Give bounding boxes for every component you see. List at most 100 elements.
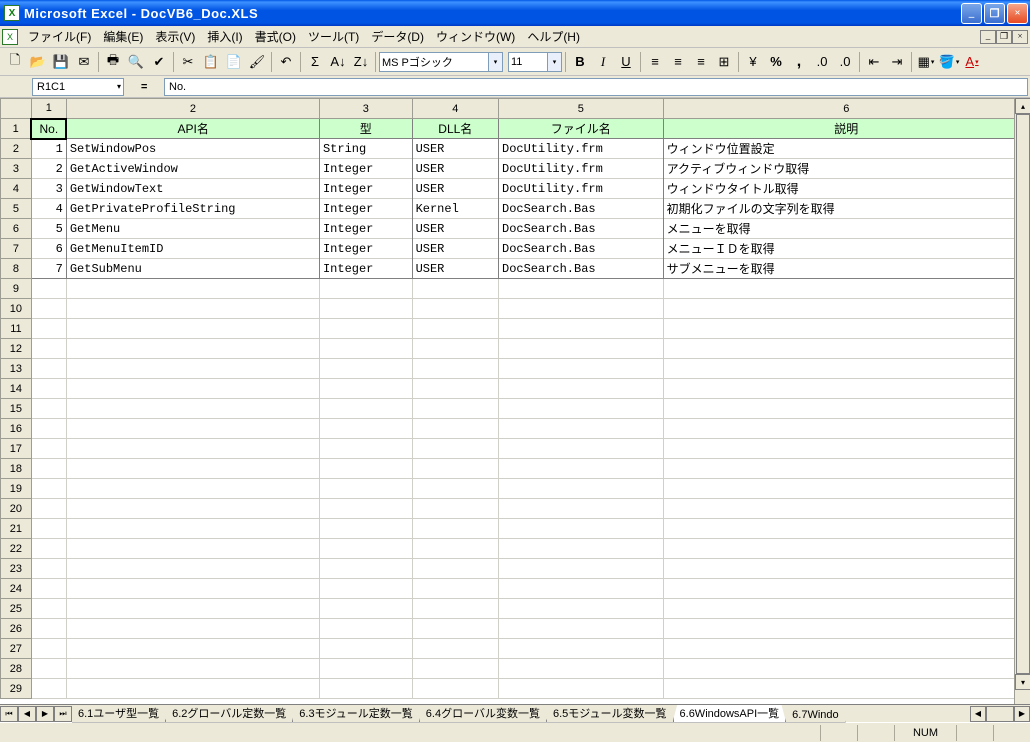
dropdown-caret-icon[interactable]: ▾ [548, 52, 562, 72]
fill-color-icon[interactable]: 🪣 [938, 51, 960, 73]
menu-tools[interactable]: ツール(T) [302, 26, 365, 47]
cell-type[interactable]: String [319, 139, 412, 159]
cell[interactable] [31, 639, 66, 659]
select-all-corner[interactable] [1, 99, 32, 119]
increase-decimal-icon[interactable]: .0 [811, 51, 833, 73]
percent-icon[interactable]: % [765, 51, 787, 73]
cell-type[interactable]: Integer [319, 239, 412, 259]
cell[interactable] [663, 359, 1029, 379]
tab-next-icon[interactable]: ▶ [36, 706, 54, 722]
cell[interactable] [66, 299, 319, 319]
row-header[interactable]: 7 [1, 239, 32, 259]
cell[interactable] [31, 459, 66, 479]
cell[interactable] [319, 379, 412, 399]
row-header[interactable]: 9 [1, 279, 32, 299]
cell[interactable] [319, 319, 412, 339]
cell-file[interactable]: DocSearch.Bas [499, 259, 664, 279]
cell[interactable] [31, 539, 66, 559]
decrease-indent-icon[interactable]: ⇤ [863, 51, 885, 73]
tab-prev-icon[interactable]: ◀ [18, 706, 36, 722]
cell-api[interactable]: GetPrivateProfileString [66, 199, 319, 219]
cell[interactable] [412, 639, 498, 659]
sort-asc-icon[interactable]: A↓ [327, 51, 349, 73]
cell-no[interactable]: 4 [31, 199, 66, 219]
font-name-select[interactable]: MS Pゴシック [379, 52, 489, 72]
cell[interactable] [66, 359, 319, 379]
cell-dll[interactable]: USER [412, 239, 498, 259]
cell[interactable] [499, 679, 664, 699]
undo-icon[interactable]: ↶ [275, 51, 297, 73]
comma-icon[interactable]: , [788, 51, 810, 73]
sheet-tab[interactable]: 6.4グローバル変数一覧 [419, 705, 547, 723]
font-color-icon[interactable]: A [961, 51, 983, 73]
cell[interactable] [412, 679, 498, 699]
cell-no[interactable]: 1 [31, 139, 66, 159]
autosum-icon[interactable]: Σ [304, 51, 326, 73]
cell-api[interactable]: GetMenu [66, 219, 319, 239]
increase-indent-icon[interactable]: ⇥ [886, 51, 908, 73]
cell[interactable] [66, 379, 319, 399]
cell[interactable] [66, 559, 319, 579]
cell[interactable] [66, 279, 319, 299]
cell[interactable] [66, 479, 319, 499]
cell[interactable] [499, 399, 664, 419]
cell[interactable] [66, 419, 319, 439]
cell[interactable] [66, 619, 319, 639]
cell-api[interactable]: SetWindowPos [66, 139, 319, 159]
cell[interactable] [31, 579, 66, 599]
cell[interactable] [66, 539, 319, 559]
col-header[interactable]: 5 [499, 99, 664, 119]
cell[interactable] [663, 379, 1029, 399]
cell[interactable] [499, 379, 664, 399]
cell[interactable] [412, 659, 498, 679]
scroll-down-icon[interactable]: ▾ [1015, 674, 1030, 690]
cell[interactable] [412, 499, 498, 519]
cell[interactable] [663, 559, 1029, 579]
cell[interactable] [66, 399, 319, 419]
row-header[interactable]: 28 [1, 659, 32, 679]
align-right-icon[interactable]: ≡ [690, 51, 712, 73]
scroll-thumb[interactable] [986, 706, 1014, 722]
cell[interactable] [663, 459, 1029, 479]
cell[interactable] [66, 339, 319, 359]
cell[interactable] [31, 279, 66, 299]
cell[interactable] [319, 679, 412, 699]
cell[interactable] [412, 459, 498, 479]
dropdown-caret-icon[interactable]: ▾ [489, 52, 503, 72]
cell[interactable] [66, 599, 319, 619]
cell[interactable] [412, 579, 498, 599]
cell-file[interactable]: DocSearch.Bas [499, 199, 664, 219]
cell[interactable] [412, 359, 498, 379]
tab-last-icon[interactable]: ⏭ [54, 706, 72, 722]
sheet-tab[interactable]: 6.3モジュール定数一覧 [292, 705, 420, 723]
currency-icon[interactable]: ¥ [742, 51, 764, 73]
row-header[interactable]: 16 [1, 419, 32, 439]
cell[interactable] [412, 379, 498, 399]
cell[interactable] [319, 419, 412, 439]
workbook-icon[interactable]: X [2, 29, 18, 45]
cell[interactable] [499, 559, 664, 579]
cell-type[interactable]: Integer [319, 199, 412, 219]
row-header[interactable]: 8 [1, 259, 32, 279]
spellcheck-icon[interactable]: ✔ [148, 51, 170, 73]
row-header[interactable]: 17 [1, 439, 32, 459]
row-header[interactable]: 21 [1, 519, 32, 539]
cell[interactable] [499, 539, 664, 559]
cell-no[interactable]: 3 [31, 179, 66, 199]
row-header[interactable]: 10 [1, 299, 32, 319]
cell[interactable] [663, 479, 1029, 499]
formula-input[interactable]: No. [164, 78, 1028, 96]
header-cell-no[interactable]: No. [31, 119, 66, 139]
cell[interactable] [319, 519, 412, 539]
paste-icon[interactable]: 📄 [223, 51, 245, 73]
borders-icon[interactable]: ▦ [915, 51, 937, 73]
cell[interactable] [412, 419, 498, 439]
cell-file[interactable]: DocUtility.frm [499, 179, 664, 199]
row-header[interactable]: 6 [1, 219, 32, 239]
cell[interactable] [412, 559, 498, 579]
cell[interactable] [31, 439, 66, 459]
col-header[interactable]: 3 [319, 99, 412, 119]
cell[interactable] [663, 339, 1029, 359]
row-header[interactable]: 13 [1, 359, 32, 379]
col-header[interactable]: 4 [412, 99, 498, 119]
